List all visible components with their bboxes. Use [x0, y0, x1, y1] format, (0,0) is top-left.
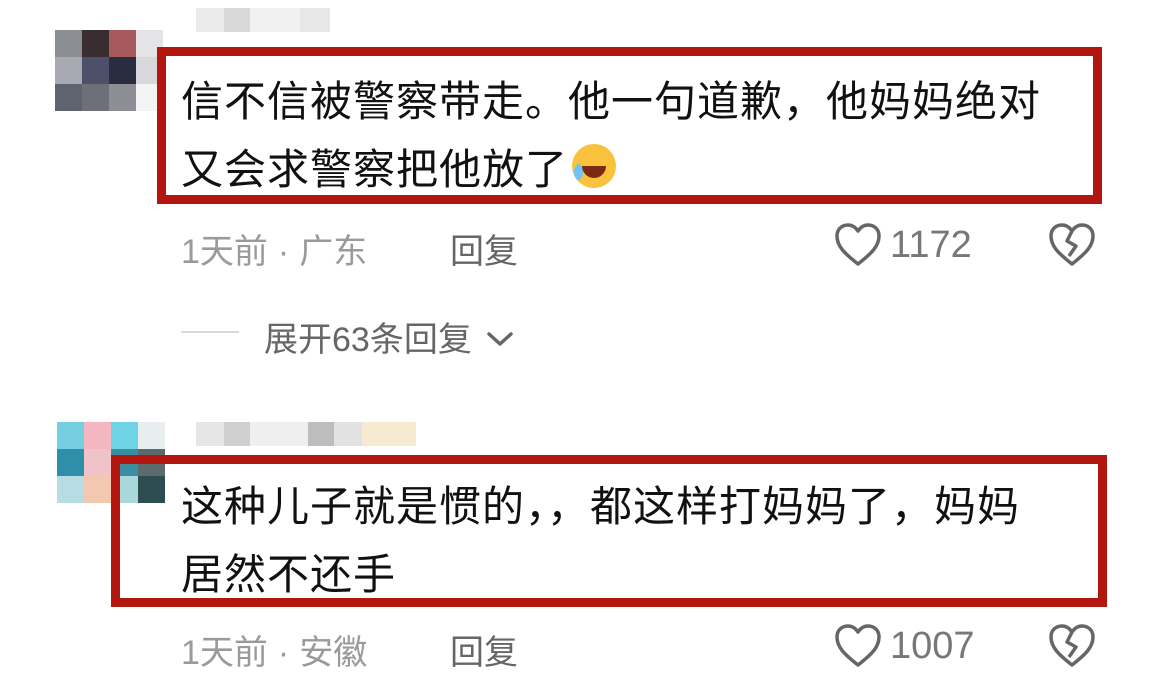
timestamp: 1天前 [181, 233, 268, 271]
avatar-pixel [84, 449, 111, 476]
comment-line-1: 信不信被警察带走。他一句道歉，他妈妈绝对 [181, 77, 1042, 126]
avatar-pixel [55, 84, 82, 111]
avatar-pixel [55, 57, 82, 84]
comment-text: 信不信被警察带走。他一句道歉，他妈妈绝对 又会求警察把他放了 [181, 68, 1041, 204]
heart-icon[interactable] [834, 222, 882, 268]
avatar-pixel [82, 30, 109, 57]
expand-divider [181, 331, 239, 333]
avatar-pixel [57, 476, 84, 503]
like-count: 1172 [890, 224, 972, 266]
avatar-pixel [82, 57, 109, 84]
comment-line-1: 这种儿子就是惯的，，都这样打妈妈了，妈妈 [181, 482, 1021, 531]
comment-meta: 1天前 · 广东 [181, 224, 367, 273]
expand-replies-button[interactable]: 展开63条回复 [264, 312, 515, 361]
avatar-pixel [109, 84, 136, 111]
comment-text: 这种儿子就是惯的，，都这样打妈妈了，妈妈 居然不还手 [181, 473, 1020, 609]
comment-line-2-text: 又会求警察把他放了 [181, 145, 569, 194]
timestamp: 1天前 [181, 634, 268, 672]
avatar-pixel [84, 422, 111, 449]
separator: · [277, 233, 290, 271]
laughing-crying-emoji-icon [572, 144, 617, 188]
avatar-pixel [57, 449, 84, 476]
comment-line-2: 居然不还手 [181, 550, 397, 599]
reply-button[interactable]: 回复 [450, 224, 518, 273]
avatar-pixel [111, 422, 138, 449]
location: 广东 [299, 233, 368, 271]
like-count: 1007 [890, 625, 975, 667]
avatar-pixel [109, 57, 136, 84]
heart-icon[interactable] [834, 623, 882, 669]
broken-heart-icon[interactable] [1048, 623, 1096, 669]
comment-meta: 1天前 · 安徽 [181, 625, 367, 674]
broken-heart-icon[interactable] [1048, 222, 1096, 268]
avatar-pixel [55, 30, 82, 57]
avatar-pixel [109, 30, 136, 57]
reply-button[interactable]: 回复 [450, 625, 518, 674]
chevron-down-icon [487, 332, 514, 346]
separator: · [277, 634, 290, 672]
location: 安徽 [299, 634, 368, 672]
expand-replies-label: 展开63条回复 [264, 321, 472, 359]
avatar[interactable] [55, 30, 163, 111]
username-blurred[interactable] [196, 422, 416, 446]
avatar-pixel [84, 476, 111, 503]
username-blurred[interactable] [196, 8, 330, 32]
avatar-pixel [82, 84, 109, 111]
avatar-pixel [57, 422, 84, 449]
avatar-pixel [138, 422, 165, 449]
comment-line-2: 又会求警察把他放了 [181, 136, 1041, 204]
